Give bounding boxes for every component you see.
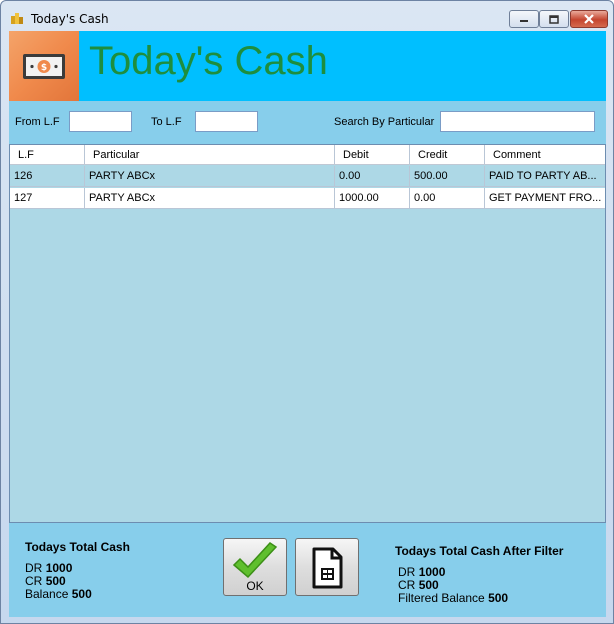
cell-credit[interactable]: 0.00 [410, 188, 485, 209]
window-title: Today's Cash [31, 12, 109, 26]
column-header-debit[interactable]: Debit [335, 145, 410, 164]
client-area: $ Today's Cash From L.F To L.F Search By… [9, 31, 606, 617]
dr-value: 1000 [45, 561, 73, 575]
cell-debit[interactable]: 0.00 [335, 166, 410, 187]
column-header-credit[interactable]: Credit [410, 145, 485, 164]
totals-footer: Todays Total Cash DR 1000 CR 500 Balance… [9, 523, 606, 617]
cell-lf[interactable]: 127 [10, 188, 85, 209]
header-banner: $ Today's Cash [9, 31, 606, 101]
to-lf-label: To L.F [151, 116, 182, 128]
search-particular-label: Search By Particular [334, 116, 435, 128]
title-bar[interactable]: Today's Cash [1, 1, 613, 31]
total-cash-title: Todays Total Cash [25, 540, 130, 554]
grid-header: L.F Particular Debit Credit Comment [10, 145, 605, 165]
maximize-icon [549, 14, 559, 24]
cash-grid[interactable]: L.F Particular Debit Credit Comment 126 … [9, 144, 606, 523]
cell-particular[interactable]: PARTY ABCx [85, 188, 335, 209]
column-header-comment[interactable]: Comment [485, 145, 605, 164]
filtered-cr-value: 500 [418, 578, 439, 592]
cell-comment[interactable]: PAID TO PARTY AB... [485, 166, 605, 187]
maximize-button[interactable] [539, 10, 569, 28]
table-row[interactable]: 126 PARTY ABCx 0.00 500.00 PAID TO PARTY… [10, 166, 605, 187]
filtered-cr-label: CR [398, 578, 416, 592]
column-header-lf[interactable]: L.F [10, 145, 85, 164]
ok-button[interactable]: OK [223, 538, 287, 596]
to-lf-input[interactable] [195, 111, 258, 132]
filtered-balance-label: Filtered Balance [398, 591, 485, 605]
total-cash-panel: Todays Total Cash DR 1000 CR 500 Balance… [25, 541, 130, 601]
app-icon [11, 13, 23, 24]
filtered-balance-value: 500 [488, 591, 509, 605]
search-particular-input[interactable] [440, 111, 595, 132]
filtered-dr-label: DR [398, 565, 416, 579]
close-button[interactable] [570, 10, 608, 28]
svg-text:$: $ [41, 63, 47, 73]
cell-debit[interactable]: 1000.00 [335, 188, 410, 209]
dr-label: DR [25, 561, 43, 575]
cell-comment[interactable]: GET PAYMENT FRO... [485, 188, 605, 209]
from-lf-input[interactable] [69, 111, 132, 132]
filtered-total-title: Todays Total Cash After Filter [395, 544, 564, 558]
minimize-button[interactable] [509, 10, 539, 28]
cell-lf[interactable]: 126 [10, 166, 85, 187]
page-heading: Today's Cash [89, 39, 328, 83]
table-row[interactable]: 127 PARTY ABCx 1000.00 0.00 GET PAYMENT … [10, 188, 605, 209]
column-header-particular[interactable]: Particular [85, 145, 335, 164]
cell-particular[interactable]: PARTY ABCx [85, 166, 335, 187]
balance-value: 500 [71, 587, 92, 601]
cell-credit[interactable]: 500.00 [410, 166, 485, 187]
document-icon [312, 547, 343, 589]
close-icon [584, 14, 594, 24]
minimize-icon [520, 20, 528, 22]
cr-value: 500 [45, 574, 66, 588]
cash-icon: $ [23, 54, 65, 79]
filtered-total-panel: Todays Total Cash After Filter DR 1000 C… [395, 545, 563, 605]
filtered-dr-value: 1000 [418, 565, 446, 579]
report-button[interactable] [295, 538, 359, 596]
cash-logo: $ [9, 31, 79, 101]
ok-label: OK [246, 579, 264, 593]
today-cash-window: Today's Cash $ Today's Cash From L.F To … [0, 0, 614, 624]
from-lf-label: From L.F [15, 116, 60, 128]
cr-label: CR [25, 574, 43, 588]
balance-label: Balance [25, 587, 69, 601]
